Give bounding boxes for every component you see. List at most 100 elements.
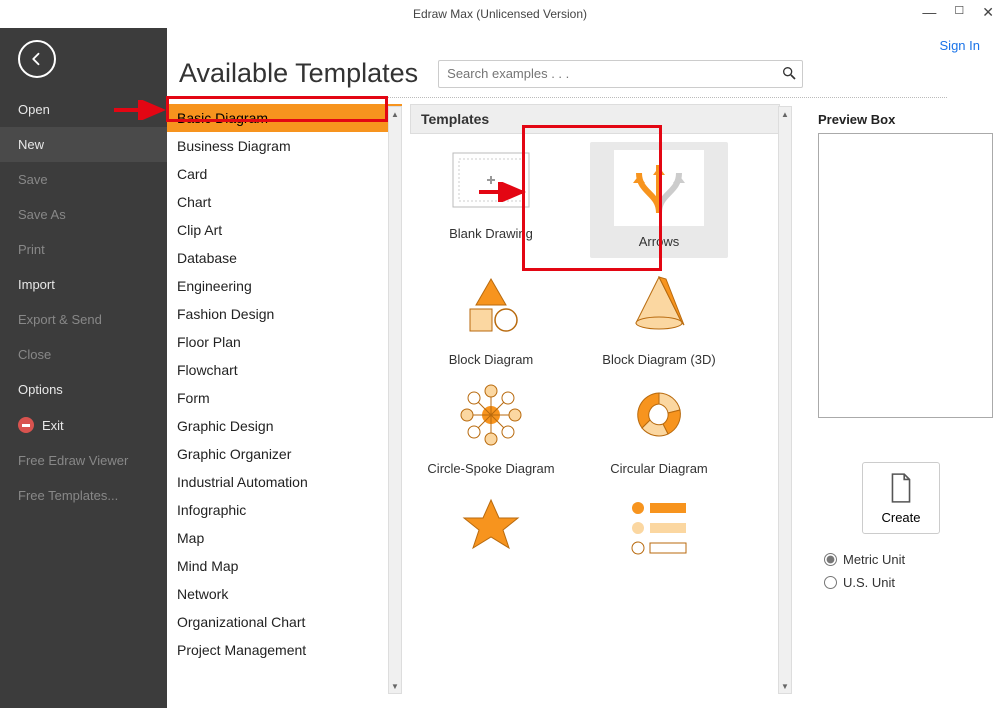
search-input[interactable] [438, 60, 803, 88]
templates-header: Templates [410, 104, 780, 134]
sidebar-label: Import [18, 277, 55, 292]
search-wrap [438, 60, 803, 88]
metric-label: Metric Unit [843, 552, 905, 567]
window-title: Edraw Max (Unlicensed Version) [413, 7, 587, 21]
sidebar-item-open[interactable]: Open [0, 92, 167, 127]
metric-unit-radio[interactable]: Metric Unit [824, 552, 984, 567]
template-label: Block Diagram [449, 352, 534, 368]
category-item-floor-plan[interactable]: Floor Plan [167, 328, 402, 356]
sidebar-item-options[interactable]: Options [0, 372, 167, 407]
category-item-industrial-automation[interactable]: Industrial Automation [167, 468, 402, 496]
sidebar-label: Free Templates... [18, 488, 118, 503]
window-controls: — ☐ ✕ [922, 4, 994, 21]
sidebar-item-save-as[interactable]: Save As [0, 197, 167, 232]
back-button[interactable] [18, 40, 56, 78]
category-item-project-management[interactable]: Project Management [167, 636, 402, 664]
preview-title: Preview Box [818, 112, 984, 127]
search-icon[interactable] [781, 65, 797, 85]
template-tile-star[interactable] [422, 487, 560, 571]
sidebar-item-free-edraw-viewer[interactable]: Free Edraw Viewer [0, 443, 167, 478]
template-label: Blank Drawing [449, 226, 533, 242]
category-item-infographic[interactable]: Infographic [167, 496, 402, 524]
sidebar-item-export-send[interactable]: Export & Send [0, 302, 167, 337]
template-tile-block-diagram-3d-[interactable]: Block Diagram (3D) [590, 268, 728, 368]
close-button[interactable]: ✕ [982, 4, 994, 21]
us-label: U.S. Unit [843, 575, 895, 590]
sidebar-item-close[interactable]: Close [0, 337, 167, 372]
category-item-card[interactable]: Card [167, 160, 402, 188]
circlespoke-icon [446, 377, 536, 453]
sidebar-label: Close [18, 347, 51, 362]
category-item-organizational-chart[interactable]: Organizational Chart [167, 608, 402, 636]
scroll-up-icon[interactable]: ▲ [389, 107, 401, 121]
template-label: Arrows [639, 234, 679, 250]
category-item-flowchart[interactable]: Flowchart [167, 356, 402, 384]
template-tile-arrows[interactable]: Arrows [590, 142, 728, 258]
category-item-map[interactable]: Map [167, 524, 402, 552]
category-item-chart[interactable]: Chart [167, 188, 402, 216]
category-item-network[interactable]: Network [167, 580, 402, 608]
category-item-graphic-organizer[interactable]: Graphic Organizer [167, 440, 402, 468]
sidebar-label: New [18, 137, 44, 152]
maximize-button[interactable]: ☐ [954, 4, 964, 21]
block-icon [446, 268, 536, 344]
category-item-basic-diagram[interactable]: Basic Diagram [167, 104, 402, 132]
sidebar-label: Save As [18, 207, 66, 222]
circular-icon [614, 377, 704, 453]
template-tile-list[interactable] [590, 487, 728, 571]
category-column: Basic DiagramBusiness DiagramCardChartCl… [167, 98, 402, 708]
scroll-up-icon[interactable]: ▲ [779, 107, 791, 121]
create-button[interactable]: Create [862, 462, 940, 534]
us-unit-radio[interactable]: U.S. Unit [824, 575, 984, 590]
sidebar-item-print[interactable]: Print [0, 232, 167, 267]
template-tile-blank-drawing[interactable]: Blank Drawing [422, 142, 560, 258]
arrows-icon [614, 150, 704, 226]
sidebar-label: Options [18, 382, 63, 397]
template-tile-circular-diagram[interactable]: Circular Diagram [590, 377, 728, 477]
category-item-form[interactable]: Form [167, 384, 402, 412]
sidebar-label: Export & Send [18, 312, 102, 327]
block3d-icon [614, 268, 704, 344]
category-item-business-diagram[interactable]: Business Diagram [167, 132, 402, 160]
sidebar-label: Print [18, 242, 45, 257]
sidebar-item-import[interactable]: Import [0, 267, 167, 302]
sidebar: Open New Save Save As Print Import Export & Se… [0, 28, 167, 708]
blank-icon [446, 142, 536, 218]
template-label: Circular Diagram [610, 461, 708, 477]
templates-column: Templates Blank Drawing Arrows Block Diagr… [402, 98, 810, 708]
category-item-mind-map[interactable]: Mind Map [167, 552, 402, 580]
templates-scrollbar[interactable]: ▲ ▼ [778, 106, 792, 694]
category-item-graphic-design[interactable]: Graphic Design [167, 412, 402, 440]
category-scrollbar[interactable]: ▲ ▼ [388, 106, 402, 694]
sidebar-label: Free Edraw Viewer [18, 453, 128, 468]
document-icon [888, 472, 914, 504]
sidebar-item-new[interactable]: New [0, 127, 167, 162]
template-tile-circle-spoke-diagram[interactable]: Circle-Spoke Diagram [422, 377, 560, 477]
sidebar-item-free-templates-[interactable]: Free Templates... [0, 478, 167, 513]
template-label: Circle-Spoke Diagram [427, 461, 554, 477]
titlebar: Edraw Max (Unlicensed Version) — ☐ ✕ [0, 0, 1000, 28]
sidebar-item-exit[interactable]: Exit [0, 407, 167, 443]
sidebar-item-save[interactable]: Save [0, 162, 167, 197]
metric-radio-input[interactable] [824, 553, 837, 566]
category-item-database[interactable]: Database [167, 244, 402, 272]
scroll-down-icon[interactable]: ▼ [779, 679, 791, 693]
category-item-clip-art[interactable]: Clip Art [167, 216, 402, 244]
template-tile-block-diagram[interactable]: Block Diagram [422, 268, 560, 368]
preview-column: Preview Box Create Metric Unit U.S. Unit [810, 98, 1000, 708]
back-arrow-icon [28, 50, 46, 68]
create-label: Create [881, 510, 920, 525]
no-entry-icon [18, 417, 34, 433]
sidebar-label: Save [18, 172, 48, 187]
us-radio-input[interactable] [824, 576, 837, 589]
template-label: Block Diagram (3D) [602, 352, 715, 368]
sidebar-label: Open [18, 102, 50, 117]
category-item-fashion-design[interactable]: Fashion Design [167, 300, 402, 328]
sidebar-label: Exit [42, 418, 64, 433]
page-title: Available Templates [179, 58, 418, 89]
minimize-button[interactable]: — [922, 4, 936, 21]
category-item-engineering[interactable]: Engineering [167, 272, 402, 300]
preview-box [818, 133, 993, 418]
list-icon [614, 487, 704, 563]
scroll-down-icon[interactable]: ▼ [389, 679, 401, 693]
